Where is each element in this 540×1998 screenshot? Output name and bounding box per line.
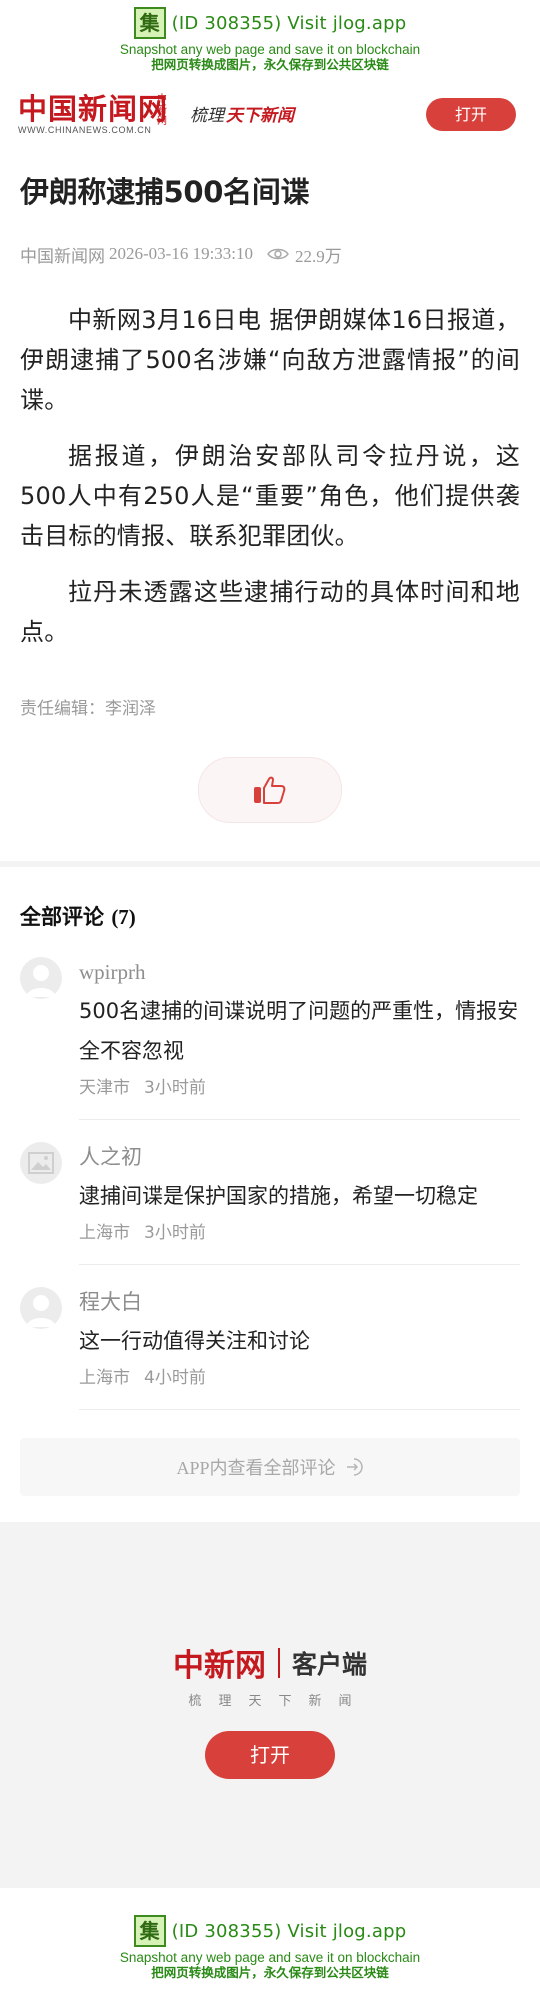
jlog-title-row: 集 (ID 308355) Visit jlog.app [0,6,540,40]
comment-location: 天津市 [79,1078,130,1098]
logo-cn-text: 中国新闻网 [18,92,169,126]
comment-meta: 上海市 4小时前 [79,1365,520,1391]
jlog-banner-bottom[interactable]: 集 (ID 308355) Visit jlog.app Snapshot an… [0,1910,540,1998]
article-paragraph: 据报道，伊朗治安部队司令拉丹说，这500人中有250人是“重要”角色，他们提供袭… [20,442,520,550]
app-promo: 中新网 客户端 梳理天下新闻 打开 [0,1522,540,1888]
article-datetime: 2026-03-16 19:33:10 [109,244,254,263]
enter-arrow-icon [346,1458,363,1476]
jlog-subtitle-cn: 把网页转换成图片，永久保存到公共区块链 [151,57,389,72]
jlog-main-text[interactable]: (ID 308355) Visit jlog.app [172,1921,407,1942]
slogan-part-1: 梳理 [190,106,224,126]
comment-username[interactable]: wpirprh [79,957,520,987]
article-meta: 中国新闻网 2026-03-16 19:33:10 22.9万 [20,242,520,266]
comments-section: 全部评论 (7) wpirprh 500名逮捕的间谍说明了问题的严重性，情报安全… [0,901,540,1496]
comment-body: 程大白 这一行动值得关注和讨论 上海市 4小时前 [79,1287,520,1410]
view-all-label: APP内查看全部评论 [176,1458,336,1478]
article-paragraph: 拉丹未透露这些逮捕行动的具体时间和地点。 [20,578,520,646]
header-slogan: 梳理 天下新闻 [190,101,294,126]
site-header: 中国新闻网 WWW.CHINANEWS.COM.CN 中新网 梳理 天下新闻 打… [0,84,540,150]
jlog-banner-top[interactable]: 集 (ID 308355) Visit jlog.app Snapshot an… [0,0,540,84]
image-avatar-icon[interactable] [20,1142,62,1184]
view-all-comments-button[interactable]: APP内查看全部评论 [20,1438,520,1496]
jlog-logo-icon: 集 [133,1915,166,1947]
promo-slogan: 梳理天下新闻 [188,1694,369,1709]
article-title: 伊朗称逮捕500名间谍 [20,175,310,209]
comment-username[interactable]: 人之初 [79,1142,520,1172]
like-button[interactable] [198,757,342,823]
person-avatar-icon[interactable] [20,957,62,999]
comment-item: 程大白 这一行动值得关注和讨论 上海市 4小时前 [20,1287,520,1410]
article-body: 中新网3月16日电 据伊朗媒体16日报道，伊朗逮捕了500名涉嫌“向敌方泄露情报… [20,300,520,652]
comments-title: 全部评论 (7) [20,901,520,931]
comment-item: wpirprh 500名逮捕的间谍说明了问题的严重性，情报安全不容忽视 天津市 3… [20,957,520,1120]
thumbs-up-icon [254,776,286,804]
person-avatar-icon[interactable] [20,1287,62,1329]
jlog-subtitle-cn: 把网页转换成图片，永久保存到公共区块链 [151,1965,389,1980]
comments-count: (7) [111,905,136,929]
comment-time: 3小时前 [144,1078,206,1098]
comment-meta: 上海市 3小时前 [79,1220,520,1246]
jlog-subtitle-en: Snapshot any web page and save it on blo… [119,1950,421,1965]
jlog-main-text[interactable]: (ID 308355) Visit jlog.app [172,13,407,34]
promo-logo-divider [277,1647,280,1678]
chinanews-logo[interactable]: 中国新闻网 WWW.CHINANEWS.COM.CN [18,94,168,136]
promo-logo-cn: 中新网 [172,1648,266,1684]
jlog-title-row: 集 (ID 308355) Visit jlog.app [0,1914,540,1948]
like-area [20,757,520,823]
promo-client-label: 客户端 [291,1649,367,1679]
comment-text: 逮捕间谍是保护国家的措施，希望一切稳定 [79,1184,478,1208]
slogan-part-2: 天下新闻 [226,106,294,126]
promo-logo: 中新网 客户端 [0,1640,540,1685]
comment-meta: 天津市 3小时前 [79,1075,520,1101]
logo-en-text: WWW.CHINANEWS.COM.CN [18,125,152,135]
article-editor: 责任编辑：李润泽 [20,699,156,719]
jlog-subtitle-en: Snapshot any web page and save it on blo… [119,42,421,57]
eye-icon [267,248,289,260]
comment-time: 4小时前 [144,1368,206,1388]
open-app-button[interactable]: 打开 [426,98,516,131]
comment-body: wpirprh 500名逮捕的间谍说明了问题的严重性，情报安全不容忽视 天津市 3… [79,957,520,1120]
article-source: 中国新闻网 [20,246,105,266]
article: 伊朗称逮捕500名间谍 中国新闻网 2026-03-16 19:33:10 22… [0,172,540,823]
section-divider [0,861,540,867]
logo-side-text: 中新网 [157,94,167,127]
jlog-logo-icon: 集 [133,7,166,39]
comment-location: 上海市 [79,1223,130,1243]
user-silhouette-icon [26,965,56,997]
image-placeholder-icon [28,1152,54,1174]
comment-item: 人之初 逮捕间谍是保护国家的措施，希望一切稳定 上海市 3小时前 [20,1142,520,1265]
user-silhouette-icon [26,1295,56,1327]
comment-location: 上海市 [79,1368,130,1388]
comments-title-label: 全部评论 [20,905,104,929]
comment-text: 500名逮捕的间谍说明了问题的严重性，情报安全不容忽视 [79,999,519,1063]
article-views: 22.9万 [295,246,342,266]
comment-text: 这一行动值得关注和讨论 [79,1329,310,1353]
comment-body: 人之初 逮捕间谍是保护国家的措施，希望一切稳定 上海市 3小时前 [79,1142,520,1265]
comment-time: 3小时前 [144,1223,206,1243]
article-paragraph: 中新网3月16日电 据伊朗媒体16日报道，伊朗逮捕了500名涉嫌“向敌方泄露情报… [20,306,520,414]
comment-username[interactable]: 程大白 [79,1287,520,1317]
promo-open-button[interactable]: 打开 [205,1731,335,1779]
